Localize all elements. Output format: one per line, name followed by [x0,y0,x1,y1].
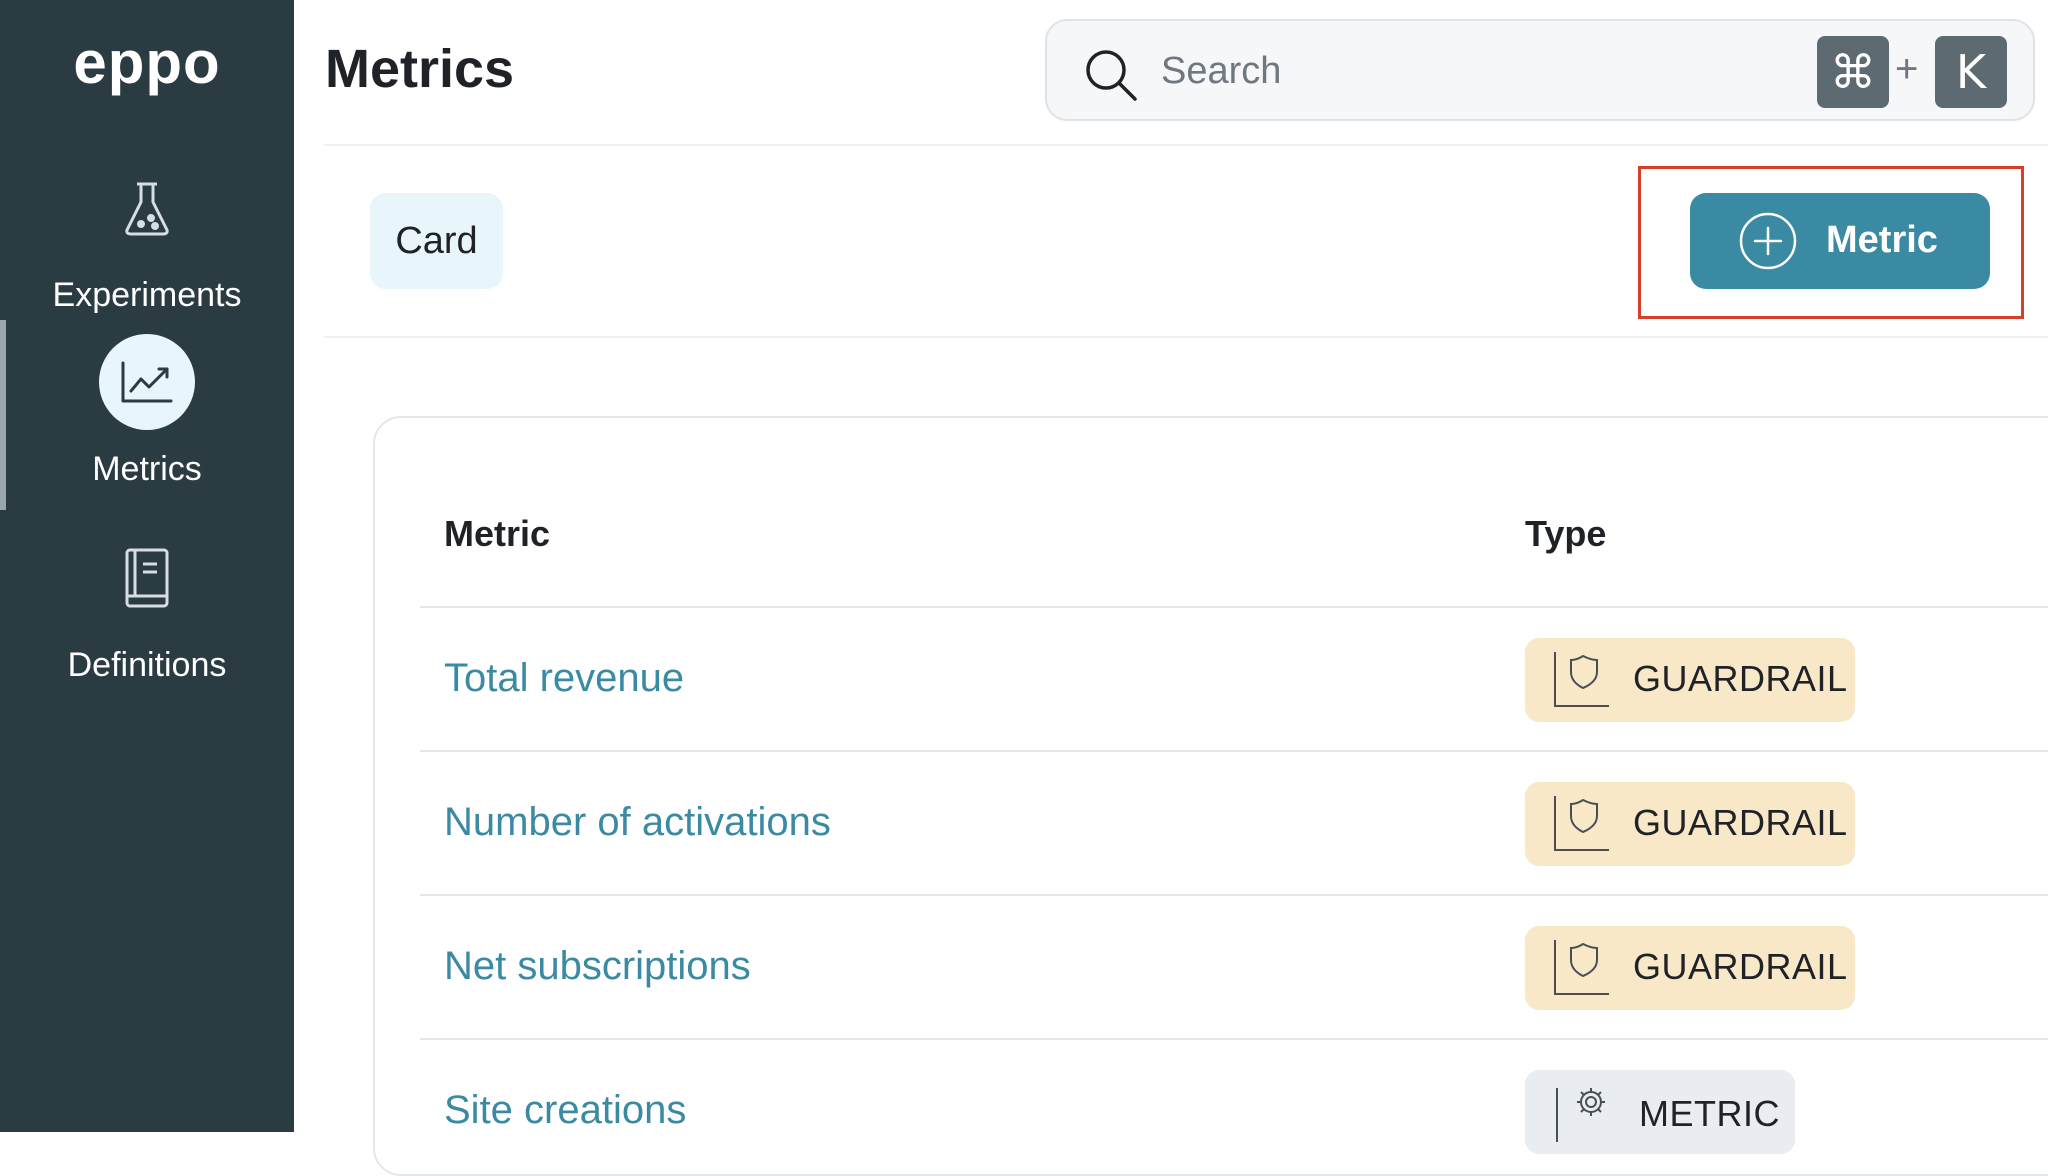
toolbar-divider [324,336,2048,338]
card-view-tab[interactable]: Card [370,193,503,289]
sidebar-item-label: Definitions [67,646,227,684]
eppo-logo[interactable]: eppo [0,28,294,97]
badge-label: METRIC [1639,1093,1780,1134]
guardrail-shield-icon [1554,796,1609,851]
plus-circle-icon [1739,212,1797,270]
row-divider [420,1038,2048,1040]
row-divider [420,750,2048,752]
header-divider [324,144,2048,146]
sidebar-item-label: Metrics [92,450,202,488]
flask-icon [99,160,195,256]
badge-label: GUARDRAIL [1633,802,1848,843]
command-key-icon: ⌘ [1817,36,1889,108]
type-badge-guardrail: GUARDRAIL [1525,926,1855,1010]
guardrail-shield-icon [1554,652,1609,707]
sidebar-item-label: Experiments [52,276,242,314]
column-header-metric[interactable]: Metric [444,513,550,555]
trend-chart-icon [99,334,195,430]
badge-label: GUARDRAIL [1633,946,1848,987]
add-metric-label: Metric [1826,219,1938,261]
shortcut-separator: + [1895,47,1919,91]
metric-link-total-revenue[interactable]: Total revenue [444,656,684,701]
guardrail-shield-icon [1554,940,1609,995]
sidebar-item-experiments[interactable]: Experiments [0,160,294,350]
search-bar[interactable]: ⌘ + K [1045,19,2035,121]
badge-label: GUARDRAIL [1633,658,1848,699]
book-icon [99,530,195,626]
sidebar-item-metrics[interactable]: Metrics [0,320,294,524]
type-badge-guardrail: GUARDRAIL [1525,782,1855,866]
column-header-type[interactable]: Type [1525,513,1606,555]
metric-link-net-subscriptions[interactable]: Net subscriptions [444,944,751,989]
row-divider [420,894,2048,896]
metric-link-number-of-activations[interactable]: Number of activations [444,800,831,845]
page-title: Metrics [325,39,515,99]
search-input[interactable] [1161,41,1721,101]
type-badge-guardrail: GUARDRAIL [1525,638,1855,722]
add-metric-button[interactable]: Metric [1690,193,1990,289]
shortcut-key: K [1935,36,2007,108]
row-divider [420,606,2048,608]
gear-icon [1556,1088,1605,1142]
search-icon [1086,50,1137,101]
sidebar: eppo Experiments Metrics Definitions [0,0,294,1132]
metric-link-site-creations[interactable]: Site creations [444,1088,686,1133]
sidebar-item-definitions[interactable]: Definitions [0,530,294,720]
type-badge-metric: METRIC [1525,1070,1795,1154]
